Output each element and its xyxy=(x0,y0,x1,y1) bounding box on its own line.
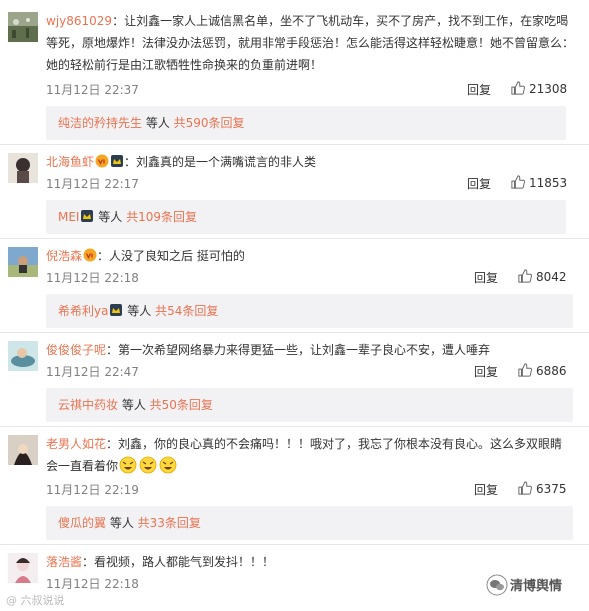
watermark-right: 清博舆情 xyxy=(486,574,562,596)
laughing-emoji-icon xyxy=(119,456,137,474)
like-count: 8042 xyxy=(536,270,567,284)
like-button[interactable]: 11853 xyxy=(511,175,567,190)
divider xyxy=(0,144,589,145)
like-count: 11853 xyxy=(529,176,568,190)
reply-button[interactable]: 回复 xyxy=(467,175,491,192)
divider xyxy=(0,544,589,545)
watermark-left: @ 六叔说说 xyxy=(6,594,65,607)
thumbs-up-icon xyxy=(511,81,525,95)
avatar[interactable] xyxy=(8,553,38,583)
reply-button[interactable]: 回复 xyxy=(474,363,498,380)
crown-badge-icon xyxy=(110,304,123,316)
crown-badge-icon xyxy=(111,155,124,167)
thumbs-up-icon xyxy=(518,269,532,283)
avatar[interactable] xyxy=(8,12,38,42)
reply-button[interactable]: 回复 xyxy=(474,481,498,498)
comment-text: 倪浩森 ：人没了良知之后 挺可怕的 xyxy=(46,248,245,263)
divider xyxy=(0,332,589,333)
like-count: 21308 xyxy=(529,82,568,96)
comment-time: 11月12日 22:18 xyxy=(46,271,139,285)
comment-time: 11月12日 22:37 xyxy=(46,83,139,97)
like-button[interactable]: 21308 xyxy=(511,81,567,96)
thumbs-up-icon xyxy=(511,175,525,189)
crown-badge-icon xyxy=(81,210,94,222)
divider xyxy=(0,238,589,239)
like-button[interactable]: 6886 xyxy=(518,363,567,378)
more-replies[interactable]: MEI 等人 共109条回复 xyxy=(46,200,566,234)
thumbs-up-icon xyxy=(518,363,532,377)
comment-time: 11月12日 22:17 xyxy=(46,177,139,191)
more-replies[interactable]: 云祺中药妆 等人 共50条回复 xyxy=(46,388,573,422)
comment-text: 北海鱼虾 ：刘鑫真的是一个满嘴谎言的非人类 xyxy=(46,154,317,169)
vip-badge-icon xyxy=(83,248,97,262)
comment-text: 老男人如花：刘鑫，你的良心真的不会痛吗！！！哦对了，我忘了你根本没有良心。这么多… xyxy=(46,437,563,474)
comment-time: 11月12日 22:47 xyxy=(46,365,139,379)
more-replies[interactable]: 傻瓜的翼 等人 共33条回复 xyxy=(46,506,573,540)
like-count: 6375 xyxy=(536,482,567,496)
avatar[interactable] xyxy=(8,153,38,183)
like-button[interactable]: 8042 xyxy=(518,269,567,284)
more-replies[interactable]: 希希利ya 等人 共54条回复 xyxy=(46,294,573,328)
avatar[interactable] xyxy=(8,247,38,277)
comment-username[interactable]: wjy861029 xyxy=(46,14,112,28)
comment-username[interactable]: 北海鱼虾 xyxy=(46,155,94,169)
comment-time: 11月12日 22:19 xyxy=(46,483,139,497)
laughing-emoji-icon xyxy=(139,456,157,474)
reply-button[interactable]: 回复 xyxy=(467,81,491,98)
more-replies[interactable]: 纯洁的矜持先生 等人 共590条回复 xyxy=(46,106,566,140)
avatar[interactable] xyxy=(8,341,38,371)
comment-username[interactable]: 落浩酱 xyxy=(46,555,82,569)
vip-badge-icon xyxy=(95,154,109,168)
avatar[interactable] xyxy=(8,435,38,465)
comment-username[interactable]: 老男人如花 xyxy=(46,437,106,451)
divider xyxy=(0,426,589,427)
comment-username[interactable]: 俊俊俊子呢 xyxy=(46,343,106,357)
comment-username[interactable]: 倪浩森 xyxy=(46,249,82,263)
reply-button[interactable]: 回复 xyxy=(474,269,498,286)
comment-text: 落浩酱：看视频，路人都能气到发抖！！！ xyxy=(46,555,275,569)
wechat-logo-icon xyxy=(486,574,508,596)
comment-text: 俊俊俊子呢：第一次希望网络暴力来得更猛一些，让刘鑫一辈子良心不安，遭人唾弃 xyxy=(46,343,491,357)
like-count: 6886 xyxy=(536,364,567,378)
comment-time: 11月12日 22:18 xyxy=(46,577,139,591)
thumbs-up-icon xyxy=(518,481,532,495)
laughing-emoji-icon xyxy=(159,456,177,474)
like-button[interactable]: 6375 xyxy=(518,481,567,496)
comment-text: wjy861029：让刘鑫一家人上诚信黑名单，坐不了飞机动车，买不了房产，找不到… xyxy=(46,14,575,72)
